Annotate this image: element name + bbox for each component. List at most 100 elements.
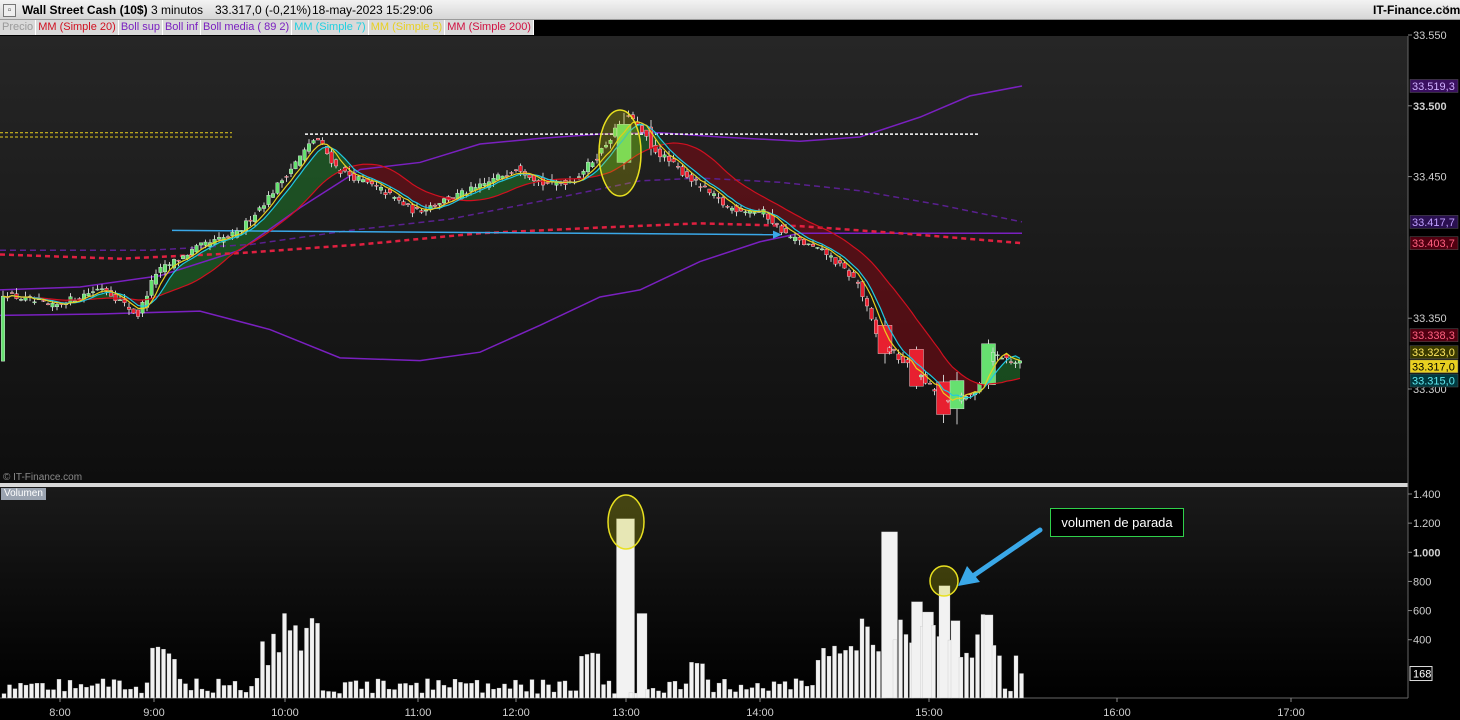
volume-bar xyxy=(359,688,364,699)
volume-bar xyxy=(408,685,414,699)
candle xyxy=(595,158,600,161)
volume-bar xyxy=(414,682,419,699)
chart-window: ▫ Wall Street Cash (10$) 3 minutos 33.31… xyxy=(0,0,1460,720)
volume-bar xyxy=(524,691,529,699)
volume-bar xyxy=(705,679,711,699)
candle xyxy=(419,210,424,213)
time-tick-label: 10:00 xyxy=(271,707,299,719)
candle xyxy=(32,301,37,304)
volume-bar xyxy=(815,660,821,699)
volume-bar xyxy=(727,689,733,699)
volume-bar xyxy=(997,655,1002,699)
candle xyxy=(180,255,185,259)
volume-bar xyxy=(40,683,45,699)
volume-bar xyxy=(381,680,386,699)
candle xyxy=(302,149,307,161)
candle xyxy=(815,247,820,249)
volume-bar xyxy=(782,681,788,699)
candle xyxy=(298,155,303,166)
candle xyxy=(50,303,55,308)
candle xyxy=(383,192,388,195)
volume-bar xyxy=(133,686,139,699)
volume-bar xyxy=(265,665,271,699)
volume-bar xyxy=(557,681,562,699)
volume-bar xyxy=(232,681,238,699)
volume-bar xyxy=(243,692,249,699)
volume-bar xyxy=(568,690,573,699)
candle xyxy=(95,288,100,291)
candle xyxy=(140,302,145,314)
volume-bar xyxy=(595,653,601,699)
candle xyxy=(802,239,807,245)
candle xyxy=(379,187,384,191)
candle xyxy=(437,203,442,206)
candle xyxy=(478,183,483,189)
candle xyxy=(680,166,685,176)
candle xyxy=(189,249,194,256)
candle xyxy=(451,197,456,199)
candle xyxy=(19,299,24,301)
volume-bar xyxy=(848,646,854,699)
volume-bar xyxy=(584,654,590,699)
candle xyxy=(55,304,60,308)
highlight-ellipse-volume-2 xyxy=(929,565,959,597)
volume-bar xyxy=(315,623,320,699)
volume-bar xyxy=(975,634,980,699)
volume-bar xyxy=(260,641,265,699)
volume-bar xyxy=(144,682,150,699)
volume-bar xyxy=(56,679,62,699)
volume-bar xyxy=(18,682,23,699)
candle xyxy=(869,307,874,320)
price-tag-label: 33.317,0 xyxy=(1412,361,1455,373)
candle xyxy=(829,255,834,258)
volume-bar xyxy=(1,693,7,699)
volume-tick-label: 800 xyxy=(1413,576,1431,588)
time-tick-label: 9:00 xyxy=(143,707,164,719)
candle xyxy=(397,197,402,201)
candle xyxy=(662,154,667,158)
volume-panel-tab[interactable]: Volumen xyxy=(1,488,46,500)
volume-bar xyxy=(810,685,815,699)
candle xyxy=(248,219,253,222)
candle xyxy=(671,158,676,163)
time-tick-label: 11:00 xyxy=(405,707,432,719)
volume-bar xyxy=(518,684,524,699)
volume-bar xyxy=(188,690,194,699)
volume-bar xyxy=(480,692,485,699)
volume-bar xyxy=(738,684,744,699)
volume-bar xyxy=(645,689,650,699)
volume-bar xyxy=(837,653,843,699)
volume-bar xyxy=(799,680,804,699)
volume-bar xyxy=(447,687,452,699)
volume-bar xyxy=(474,679,480,699)
volume-bar xyxy=(45,689,51,699)
candle xyxy=(991,352,996,362)
candle xyxy=(311,140,316,144)
volume-bar xyxy=(34,683,40,699)
candle xyxy=(316,138,321,141)
candle xyxy=(198,242,203,246)
volume-bar xyxy=(430,689,436,699)
candle xyxy=(586,161,591,173)
volume-bar xyxy=(441,685,447,699)
price-chart: 33.55033.50033.45033.35033.30033.519,333… xyxy=(0,30,1460,720)
candle xyxy=(280,180,285,184)
candle xyxy=(482,183,487,186)
candle xyxy=(712,193,717,196)
volume-bar xyxy=(166,653,172,699)
price-tick-label: 33.500 xyxy=(1413,101,1447,113)
panel-divider xyxy=(0,483,1460,487)
volume-bar xyxy=(67,680,73,699)
candle xyxy=(230,231,235,237)
candle xyxy=(239,230,244,233)
candle xyxy=(860,281,865,297)
volume-bar xyxy=(298,650,304,699)
volume-bar xyxy=(843,650,848,699)
candle xyxy=(496,174,501,181)
candle xyxy=(271,193,276,198)
volume-bar xyxy=(716,682,722,699)
price-tag-label: 33.519,3 xyxy=(1412,81,1455,93)
volume-bar xyxy=(155,646,161,699)
volume-bar xyxy=(331,691,337,699)
candle xyxy=(676,166,681,168)
